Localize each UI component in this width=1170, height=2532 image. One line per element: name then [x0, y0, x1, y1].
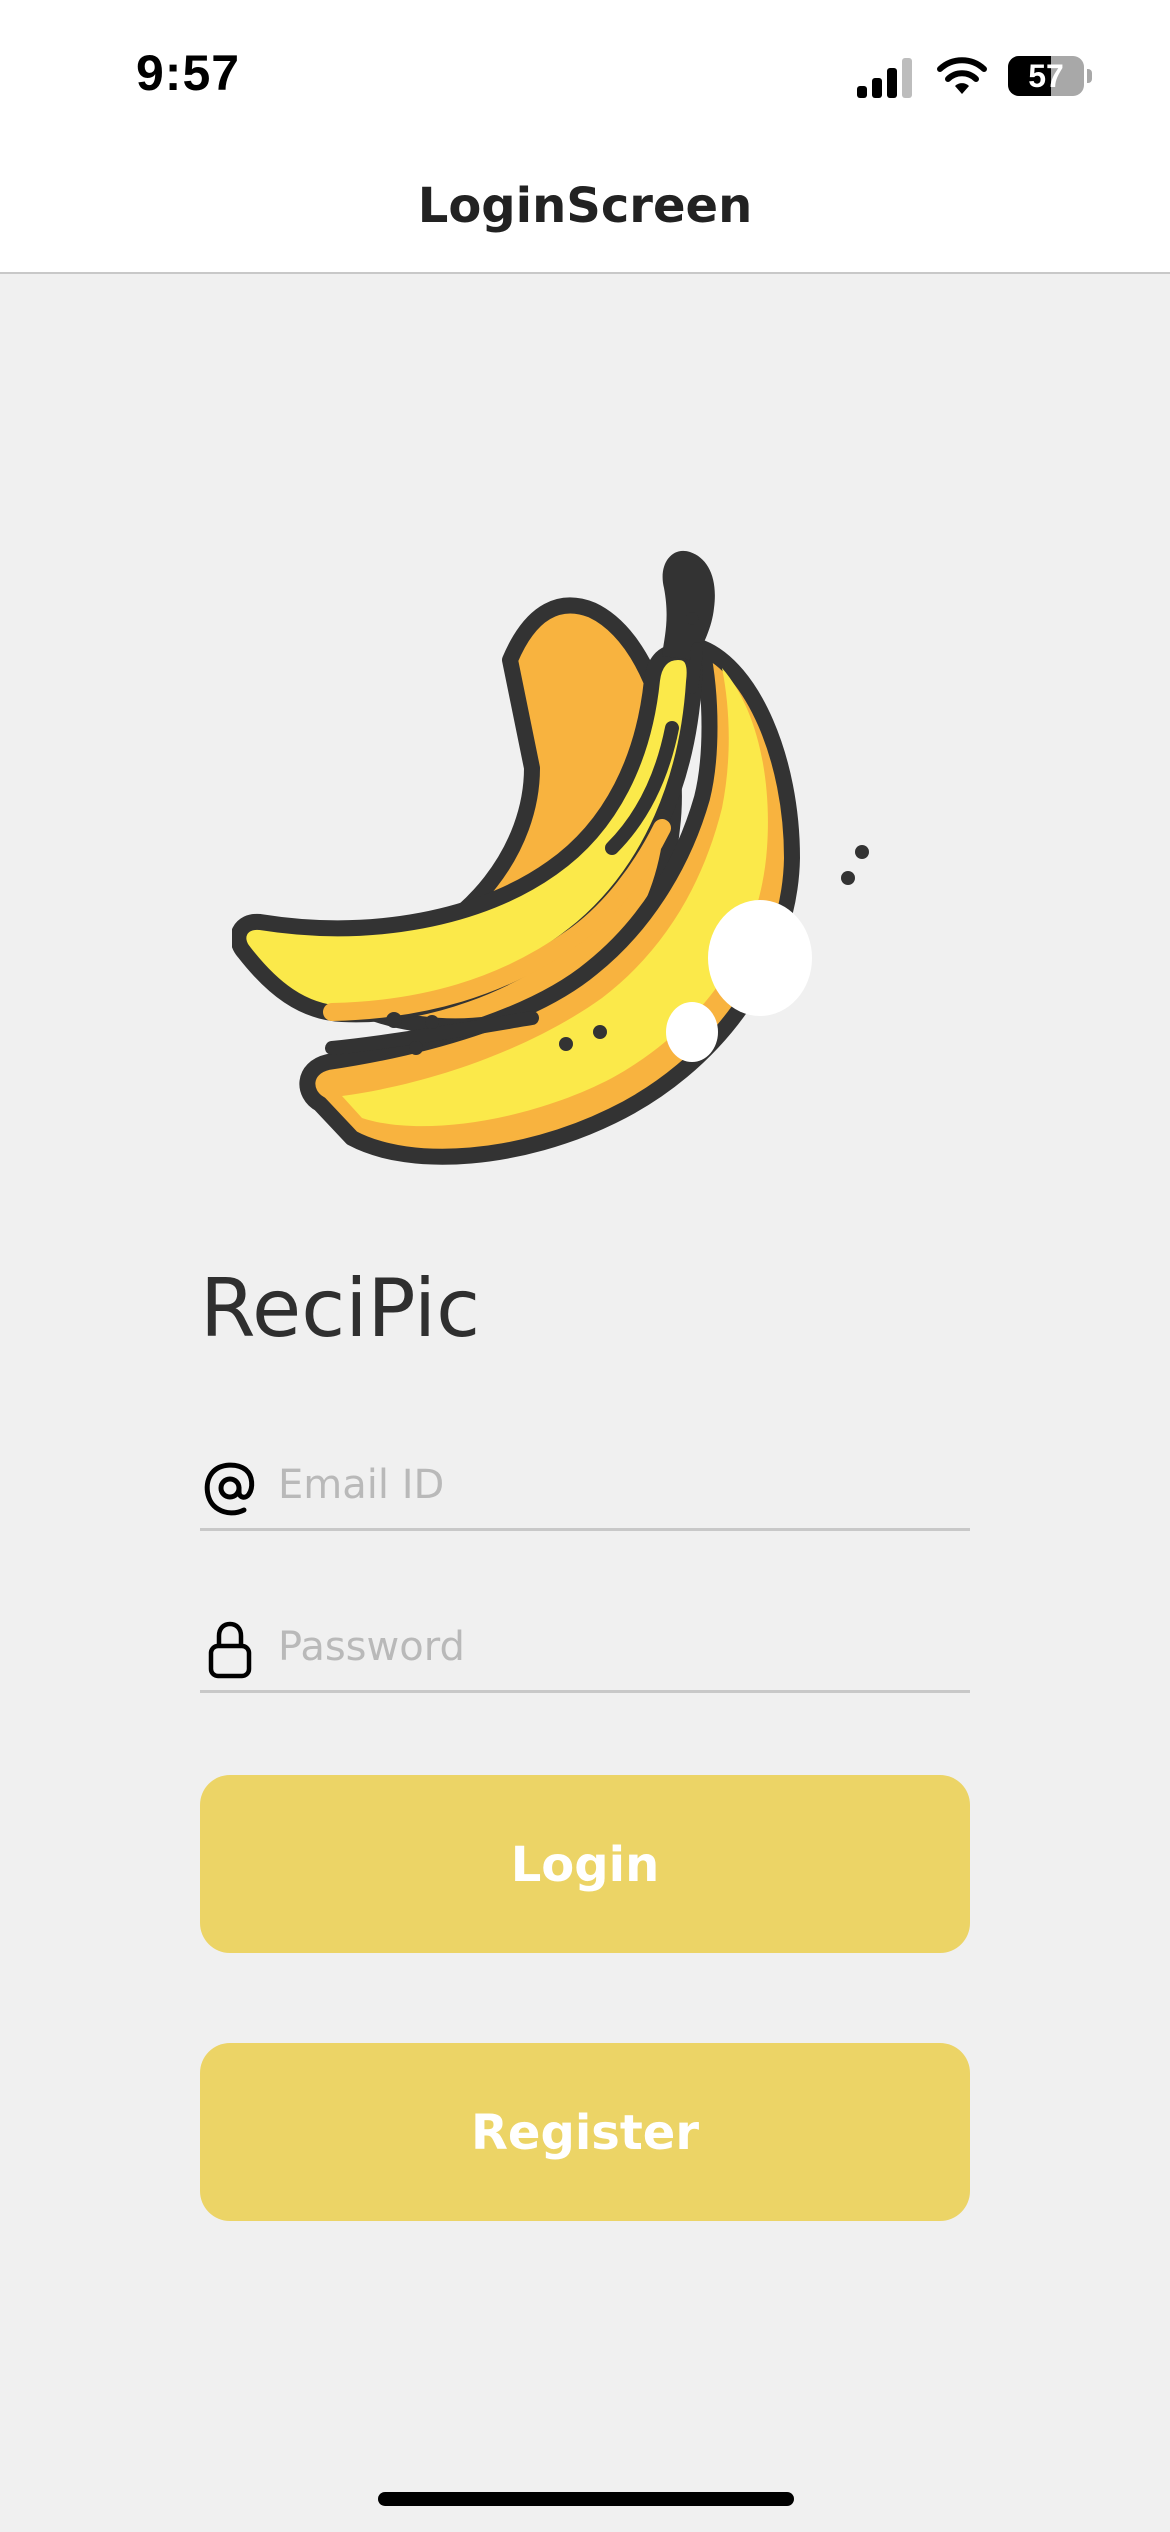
login-button[interactable]: Login [200, 1775, 970, 1953]
cellular-signal-icon [857, 58, 912, 98]
navigation-bar: LoginScreen [0, 140, 1170, 274]
status-time: 9:57 [136, 45, 241, 101]
wifi-icon [937, 57, 987, 94]
lock-icon [208, 1621, 252, 1679]
password-field[interactable] [200, 1600, 970, 1693]
at-sign-icon [204, 1462, 255, 1516]
banana-logo [232, 550, 869, 1165]
password-input[interactable] [276, 1614, 960, 1680]
page-title: LoginScreen [417, 178, 753, 234]
register-button[interactable]: Register [200, 2043, 970, 2221]
home-indicator[interactable] [378, 2492, 794, 2506]
app-name: ReciPic [200, 1262, 481, 1355]
battery-icon: 57 [1008, 56, 1092, 96]
email-field[interactable] [200, 1438, 970, 1531]
battery-level: 57 [1028, 58, 1064, 94]
status-bar: 9:57 57 [0, 0, 1170, 140]
email-input[interactable] [276, 1452, 960, 1518]
